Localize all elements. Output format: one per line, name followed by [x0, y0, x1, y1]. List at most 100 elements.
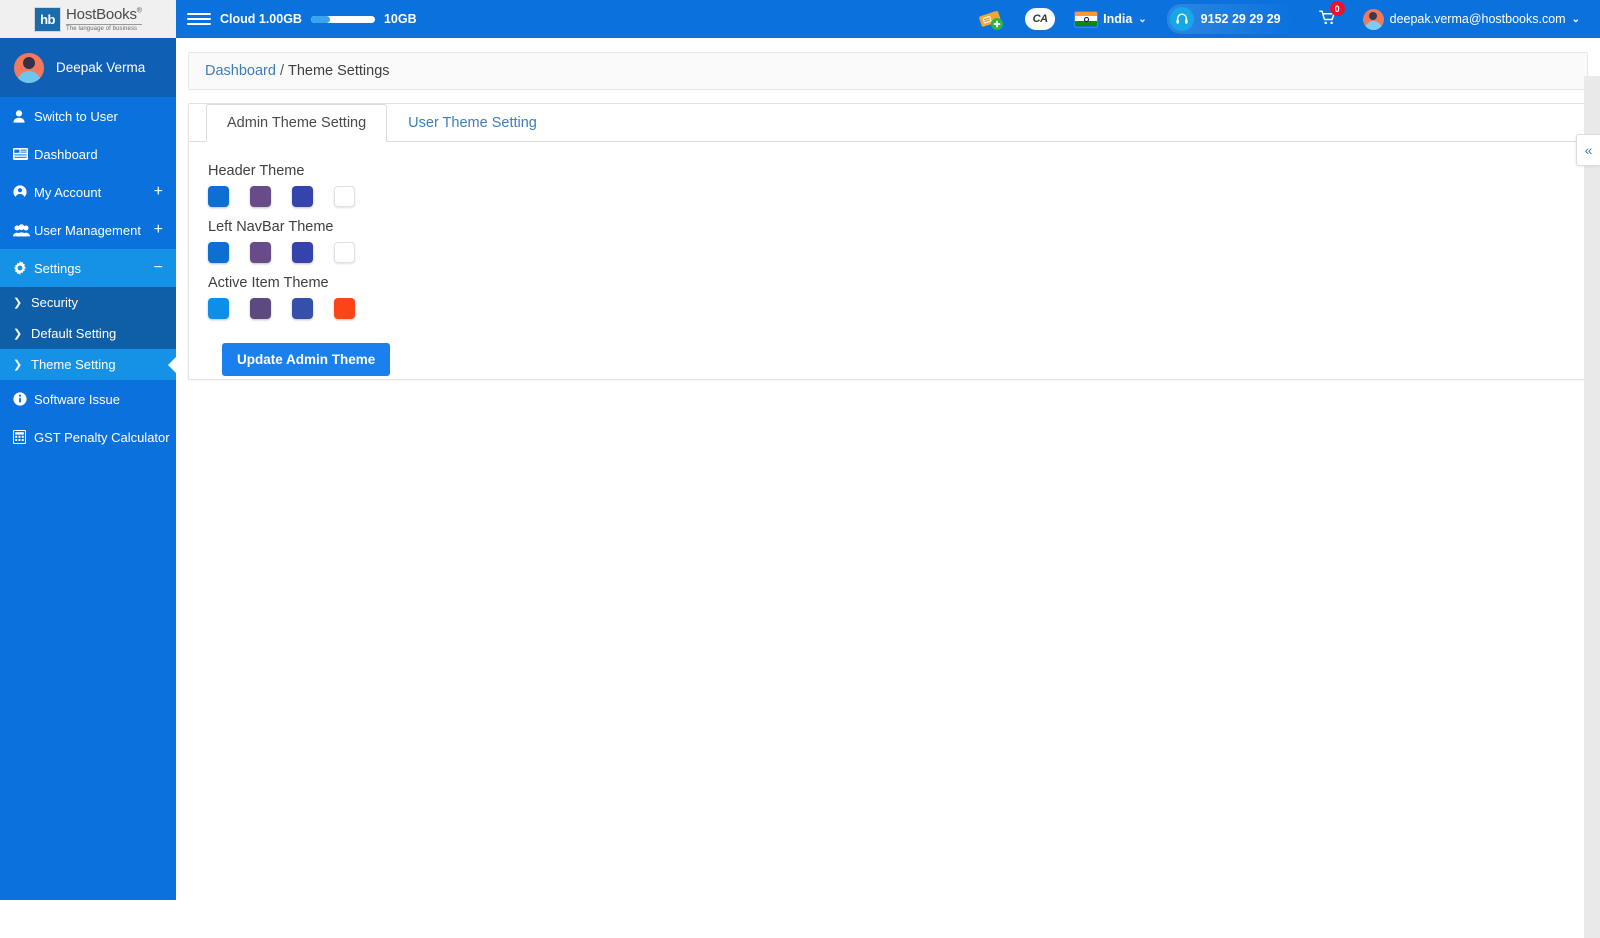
- color-swatch[interactable]: [250, 242, 271, 263]
- sidebar-item-software-issue[interactable]: Software Issue: [0, 380, 176, 418]
- color-swatch[interactable]: [334, 298, 355, 319]
- sidebar-item-settings[interactable]: Settings −: [0, 249, 176, 287]
- brand-tagline: The language of business: [66, 23, 142, 32]
- sidebar-item-security[interactable]: ❯ Security: [0, 287, 176, 318]
- info-circle-icon: [13, 392, 34, 406]
- sidebar-item-dashboard[interactable]: Dashboard: [0, 135, 176, 173]
- left-navbar-theme-label: Left NavBar Theme: [208, 219, 334, 235]
- sidebar-item-gst-penalty-calculator[interactable]: GST Penalty Calculator: [0, 418, 176, 456]
- storage-progress-bar: [310, 15, 375, 23]
- sidebar-item-label: User Management: [34, 222, 141, 238]
- profile-name-label: Deepak Verma: [56, 60, 146, 75]
- collapse-toggle[interactable]: −: [154, 260, 163, 276]
- storage-max-label: 10GB: [383, 12, 417, 26]
- sidebar-item-label: Switch to User: [34, 108, 118, 124]
- chevron-right-icon: ❯: [13, 297, 23, 309]
- brand-name: HostBooks: [66, 5, 137, 23]
- color-swatch[interactable]: [292, 186, 313, 207]
- support-phone-number: 9152 29 29 29: [1200, 12, 1281, 26]
- sidebar-item-label: Security: [31, 295, 78, 310]
- chevron-double-left-icon: «: [1584, 142, 1593, 158]
- active-item-theme-group: Active Item Theme: [208, 275, 1587, 319]
- sidebar-item-default-setting[interactable]: ❯ Default Setting: [0, 318, 176, 349]
- theme-settings-card: Admin Theme Setting User Theme Setting H…: [188, 103, 1588, 380]
- logo-mark-icon: hb: [34, 6, 62, 32]
- calculator-icon: [13, 430, 34, 444]
- tab-label: Admin Theme Setting: [227, 115, 367, 131]
- avatar: [14, 52, 44, 83]
- breadcrumb-dashboard-link[interactable]: Dashboard: [205, 63, 276, 79]
- chevron-right-icon: ❯: [13, 328, 23, 340]
- cart-button[interactable]: 0: [1303, 0, 1353, 38]
- color-swatch[interactable]: [208, 186, 229, 207]
- ca-icon: CA: [1025, 8, 1056, 30]
- storage-progress-fill: [310, 15, 331, 23]
- page-right-edge: [1584, 76, 1600, 938]
- sidebar-profile[interactable]: Deepak Verma: [0, 38, 176, 97]
- gear-icon: [13, 261, 34, 275]
- sidebar-item-label: Settings: [34, 260, 81, 276]
- breadcrumb: Dashboard / Theme Settings: [188, 52, 1588, 90]
- ca-badge-button[interactable]: CA: [1015, 0, 1065, 38]
- admin-theme-panel: Header Theme Left NavBar Theme Active It…: [189, 142, 1587, 376]
- country-label: India: [1103, 12, 1133, 26]
- sidebar-item-user-management[interactable]: User Management +: [0, 211, 176, 249]
- user-icon: [13, 109, 34, 123]
- add-ticket-icon: [977, 8, 1005, 30]
- headset-icon: [1169, 7, 1194, 31]
- color-swatch[interactable]: [250, 298, 271, 319]
- tab-user-theme-setting[interactable]: User Theme Setting: [387, 104, 558, 142]
- sidebar-item-label: My Account: [34, 184, 102, 200]
- top-header-bar: Cloud 1.00GB 10GB CA India ⌄ 9152 29 29 …: [176, 0, 1600, 38]
- header-theme-group: Header Theme: [208, 163, 1587, 207]
- brand-logo[interactable]: hb HostBooks® The language of business: [0, 0, 176, 38]
- color-swatch[interactable]: [208, 242, 229, 263]
- expand-toggle[interactable]: +: [154, 222, 163, 238]
- chevron-down-icon: ⌄: [1138, 13, 1147, 25]
- color-swatch[interactable]: [250, 186, 271, 207]
- color-swatch[interactable]: [292, 298, 313, 319]
- sidebar-item-label: Theme Setting: [31, 357, 116, 372]
- breadcrumb-current: Theme Settings: [287, 63, 390, 79]
- sidebar-collapse-toggle[interactable]: «: [1576, 134, 1600, 166]
- settings-submenu: ❯ Security ❯ Default Setting ❯ Theme Set…: [0, 287, 176, 380]
- cloud-storage-label: Cloud 1.00GB: [220, 12, 302, 26]
- sidebar-item-theme-setting[interactable]: ❯ Theme Setting: [0, 349, 176, 380]
- users-group-icon: [13, 223, 34, 237]
- active-item-theme-label: Active Item Theme: [208, 275, 329, 291]
- update-admin-theme-button[interactable]: Update Admin Theme: [222, 343, 391, 376]
- tab-bar: Admin Theme Setting User Theme Setting: [189, 104, 1587, 142]
- registered-mark: ®: [136, 7, 142, 15]
- color-swatch[interactable]: [334, 242, 355, 263]
- cart-icon: [1318, 10, 1337, 29]
- avatar: [1362, 8, 1384, 30]
- main-content-area: Dashboard / Theme Settings Admin Theme S…: [176, 38, 1600, 938]
- header-theme-label: Header Theme: [208, 163, 305, 179]
- left-navbar-theme-group: Left NavBar Theme: [208, 219, 1587, 263]
- sidebar-item-switch-to-user[interactable]: Switch to User: [0, 97, 176, 135]
- sidebar-item-label: Dashboard: [34, 146, 98, 162]
- color-swatch[interactable]: [334, 186, 355, 207]
- chevron-down-icon: ⌄: [1571, 13, 1580, 25]
- color-swatch[interactable]: [292, 242, 313, 263]
- left-sidebar: Deepak Verma Switch to User Dashboard My…: [0, 38, 176, 900]
- support-phone-item[interactable]: 9152 29 29 29: [1157, 0, 1303, 38]
- sidebar-item-my-account[interactable]: My Account +: [0, 173, 176, 211]
- sidebar-item-label: Default Setting: [31, 326, 117, 341]
- tab-admin-theme-setting[interactable]: Admin Theme Setting: [206, 104, 388, 142]
- breadcrumb-separator: /: [279, 63, 284, 79]
- color-swatch[interactable]: [208, 298, 229, 319]
- user-email-label: deepak.verma@hostbooks.com: [1389, 12, 1566, 26]
- hamburger-menu-icon[interactable]: [182, 9, 216, 29]
- dashboard-icon: [13, 148, 34, 160]
- expand-toggle[interactable]: +: [154, 184, 163, 200]
- header-theme-swatches: [208, 186, 1587, 207]
- add-ticket-button[interactable]: [967, 0, 1015, 38]
- user-account-menu[interactable]: deepak.verma@hostbooks.com ⌄: [1353, 0, 1590, 38]
- account-circle-icon: [13, 185, 34, 199]
- sidebar-item-label: Software Issue: [34, 391, 120, 407]
- india-flag-icon: [1075, 11, 1098, 27]
- sidebar-item-label: GST Penalty Calculator: [34, 429, 170, 445]
- left-navbar-theme-swatches: [208, 242, 1587, 263]
- country-selector[interactable]: India ⌄: [1065, 0, 1157, 38]
